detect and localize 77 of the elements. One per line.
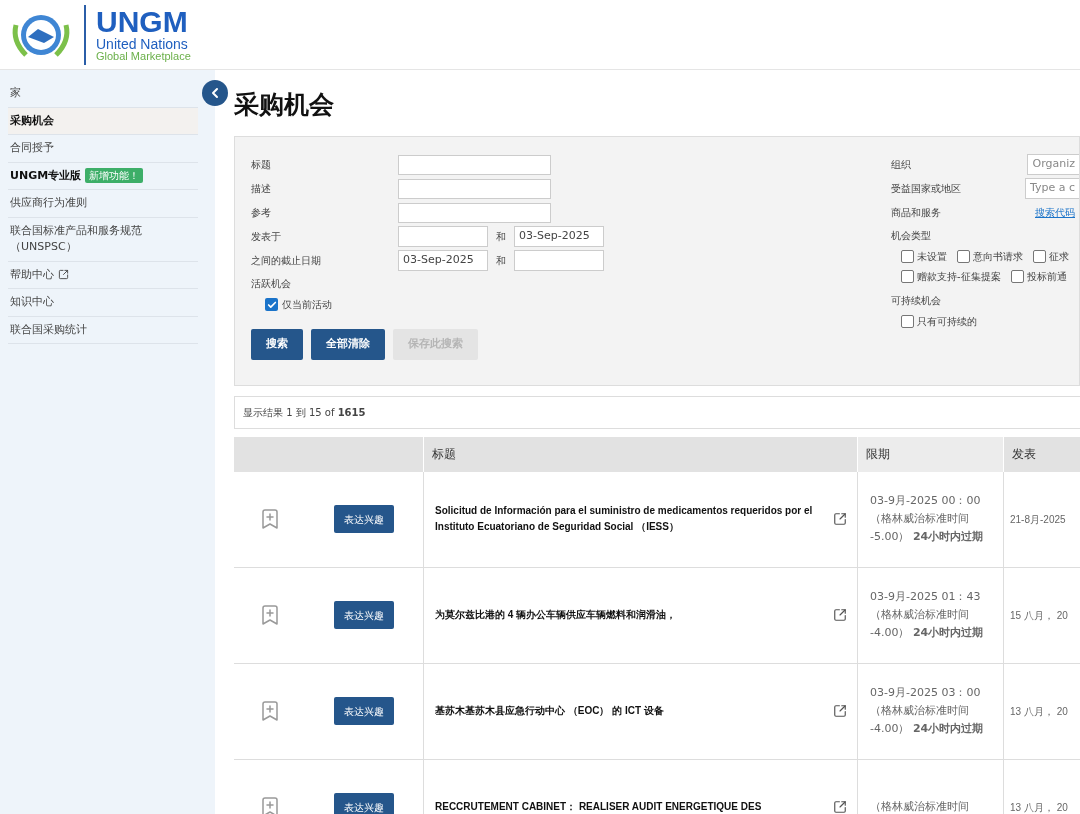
new-badge: 新增功能！ (85, 168, 144, 184)
published-date: 13 八月， 20 (1010, 704, 1068, 719)
checkbox-label: 意向书请求 (973, 250, 1023, 264)
text-field[interactable] (398, 202, 551, 223)
logo-subtitle: United Nations (96, 37, 189, 51)
published-date: 21-8月-2025 (1010, 512, 1066, 527)
date-field[interactable] (514, 250, 604, 271)
logo-tagline: Global Marketplace (96, 51, 191, 62)
column-header[interactable]: 发表 (1003, 436, 1080, 472)
checkbox[interactable] (1010, 270, 1024, 283)
section-label: 活跃机会 (251, 277, 292, 291)
sidebar-item[interactable]: 帮助中心 (8, 261, 198, 289)
published-date: 15 八月， 20 (1010, 608, 1068, 623)
external-link-icon[interactable] (833, 800, 847, 814)
collapse-button[interactable] (202, 80, 228, 106)
range-joiner: 和 (495, 230, 507, 244)
checkbox-label: 投标前通 (1026, 270, 1067, 284)
section-label: 可持续机会 (891, 294, 942, 308)
express-interest-button[interactable]: 表达兴趣 (334, 601, 394, 629)
opportunity-title[interactable]: Solicitud de Información para el suministro de medicamentos requeridos por el Instituto Ecuatoriano de Seguridad Social （IESS） (435, 503, 825, 535)
deadline-text: （格林威治标准时间 (870, 799, 969, 814)
field-label: 发表于 (251, 230, 282, 244)
search-codes-link[interactable]: 搜索代码 (1035, 205, 1075, 220)
field-label: 组织 (891, 158, 912, 172)
logo-title: UNGM (96, 7, 189, 37)
express-interest-button[interactable]: 表达兴趣 (334, 697, 394, 725)
text-field[interactable]: Organiz (1027, 154, 1079, 175)
results-summary: 显示结果 1 到 15 of 1615 (243, 405, 366, 420)
checkbox[interactable] (1033, 250, 1046, 263)
text-field[interactable] (398, 178, 551, 199)
deadline-text: 03-9月-2025 00：00 （格林威治标准时间 -5.00） 24小时内过期 (870, 493, 985, 545)
opportunity-title[interactable]: 基苏木基苏木县应急行动中心 （EOC） 的 ICT 设备 (435, 703, 825, 719)
checkbox-label: 未设置 (917, 250, 947, 264)
express-interest-button[interactable]: 表达兴趣 (334, 793, 394, 814)
external-link-icon[interactable] (833, 512, 847, 526)
checkbox-label: 仅当前活动 (282, 298, 332, 312)
opportunity-title[interactable]: 为莫尔兹比港的 4 辆办公车辆供应车辆燃料和润滑油， (435, 607, 825, 623)
field-label: 标题 (251, 158, 272, 172)
checkbox-label: 赠款支持-征集提案 (917, 270, 1001, 284)
external-link-icon[interactable] (833, 704, 847, 718)
sidebar-item[interactable]: 联合国标准产品和服务规范（UNSPSC） (8, 217, 198, 262)
sidebar-item[interactable]: 采购机会 (8, 107, 198, 135)
sidebar-item[interactable]: 合同授予 (8, 135, 198, 163)
range-joiner: 和 (495, 254, 507, 268)
field-label: 受益国家或地区 (891, 182, 962, 196)
sidebar-item[interactable]: UNGM专业版 新增功能！ (8, 162, 198, 190)
date-field[interactable]: 03-Sep-2025 (514, 226, 604, 247)
page-title: 采购机会 (234, 89, 335, 121)
checkbox[interactable] (957, 250, 970, 263)
checkbox[interactable] (901, 250, 914, 263)
sidebar-item[interactable]: 家 (8, 80, 198, 108)
form-button[interactable]: 搜索 (251, 328, 303, 360)
external-link-icon[interactable] (833, 608, 847, 622)
published-date: 13 八月， 20 (1010, 800, 1068, 814)
checkbox-label: 征求 (1049, 250, 1069, 264)
opportunity-title[interactable]: RECCRUTEMENT CABINET： REALISER AUDIT ENERGETIQUE DES (435, 799, 825, 814)
sidebar-item[interactable]: 联合国采购统计 (8, 316, 198, 344)
checkbox[interactable] (901, 270, 914, 283)
express-interest-button[interactable]: 表达兴趣 (334, 505, 394, 533)
section-label: 机会类型 (891, 229, 932, 243)
checkbox-label: 只有可持续的 (917, 315, 977, 329)
column-header[interactable]: 限期 (857, 436, 1003, 472)
field-label: 商品和服务 (891, 206, 942, 220)
sidebar-item[interactable]: 供应商行为准则 (8, 190, 198, 218)
date-field[interactable]: 03-Sep-2025 (398, 250, 488, 271)
field-label: 描述 (251, 182, 272, 196)
deadline-text: 03-9月-2025 03：00 （格林威治标准时间 -4.00） 24小时内过期 (870, 685, 985, 737)
field-label: 参考 (251, 206, 272, 220)
text-field[interactable] (398, 154, 551, 175)
deadline-text: 03-9月-2025 01：43 （格林威治标准时间 -4.00） 24小时内过期 (870, 589, 985, 641)
form-button[interactable]: 全部清除 (311, 328, 385, 360)
date-field[interactable] (398, 226, 488, 247)
sidebar-item[interactable]: 知识中心 (8, 289, 198, 317)
field-label: 之间的截止日期 (251, 254, 322, 268)
text-field[interactable]: Type a c (1024, 178, 1079, 199)
checkbox[interactable] (265, 298, 278, 311)
checkbox[interactable] (901, 315, 914, 328)
